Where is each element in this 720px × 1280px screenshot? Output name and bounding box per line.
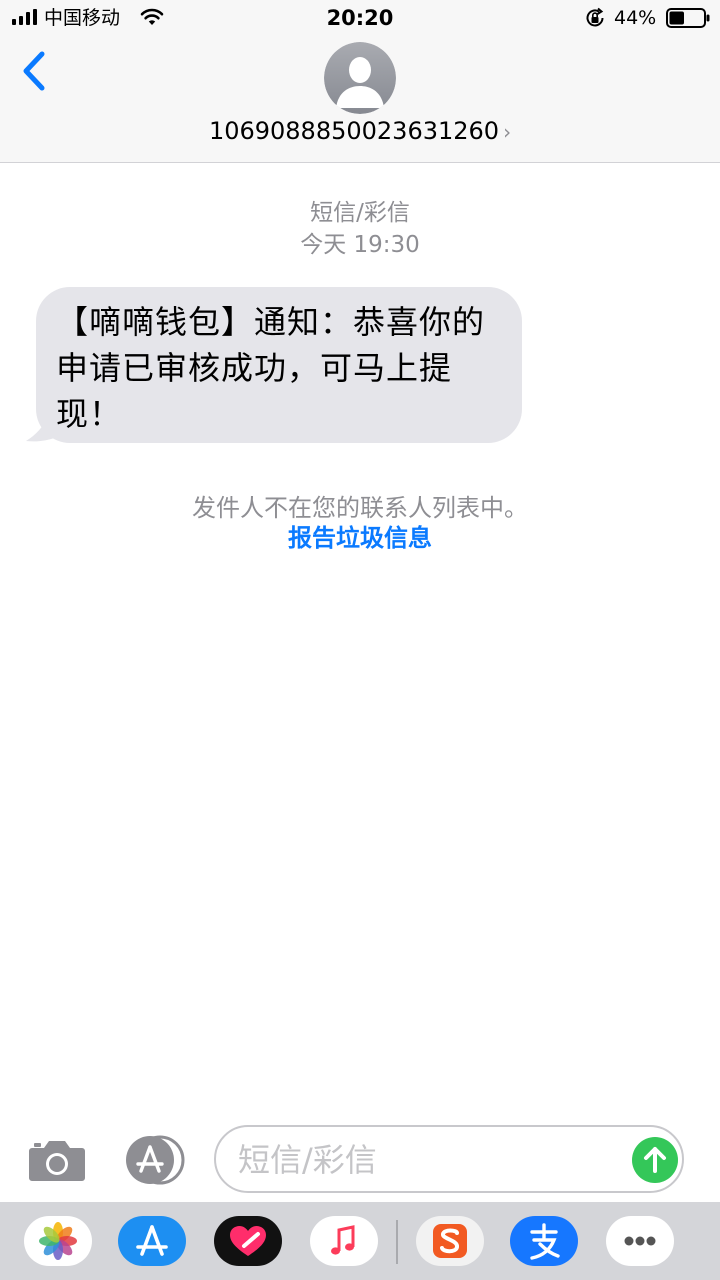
message-type-label: 短信/彩信 <box>310 200 410 226</box>
app-drawer <box>0 1202 720 1280</box>
message-bubble: 【嘀嘀钱包】通知：恭喜你的申请已审核成功，可马上提现！ <box>36 287 522 443</box>
battery-percentage: 44% <box>614 7 657 29</box>
conversation-header: 1069088850023631260 › <box>0 36 720 163</box>
chevron-right-icon: › <box>503 120 512 144</box>
digital-touch-icon[interactable] <box>214 1216 282 1266</box>
rotation-lock-icon <box>586 7 604 27</box>
message-input[interactable] <box>236 1137 630 1183</box>
contact-number[interactable]: 1069088850023631260 › <box>0 116 720 147</box>
contact-avatar[interactable] <box>324 42 396 114</box>
alipay-icon[interactable] <box>510 1216 578 1266</box>
message-input-box[interactable] <box>214 1125 684 1193</box>
report-junk-link[interactable]: 报告垃圾信息 <box>0 522 720 554</box>
sogou-input-icon[interactable] <box>416 1216 484 1266</box>
incoming-message[interactable]: 【嘀嘀钱包】通知：恭喜你的申请已审核成功，可马上提现！ <box>24 287 524 447</box>
drawer-divider <box>396 1220 398 1264</box>
status-bar: 中国移动 20:20 44% <box>0 0 720 36</box>
unknown-sender-notice: 发件人不在您的联系人列表中。 <box>192 494 528 522</box>
message-timestamp: 今天 19:30 <box>300 232 420 258</box>
app-store-icon[interactable] <box>118 1216 186 1266</box>
music-icon[interactable] <box>310 1216 378 1266</box>
send-icon[interactable] <box>632 1137 678 1183</box>
more-icon[interactable] <box>606 1216 674 1266</box>
chevron-left-icon[interactable] <box>20 50 48 92</box>
camera-icon[interactable] <box>28 1136 86 1182</box>
photos-icon[interactable] <box>24 1216 92 1266</box>
clock: 20:20 <box>326 6 394 30</box>
app-store-button[interactable] <box>120 1134 186 1186</box>
battery-icon <box>666 8 710 28</box>
contact-number-text: 1069088850023631260 <box>208 117 500 145</box>
